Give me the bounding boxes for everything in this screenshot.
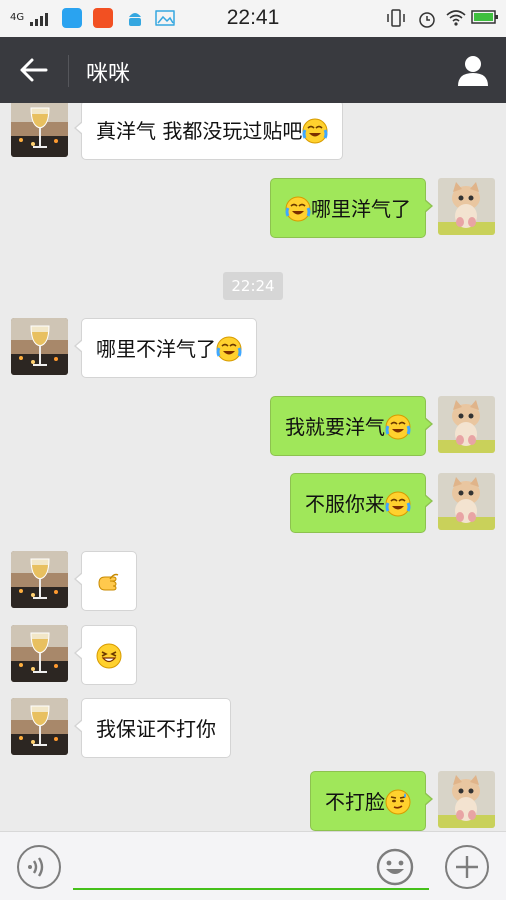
message-bubble[interactable]: 哪里洋气了 xyxy=(270,178,433,238)
come-here-hand-icon xyxy=(96,569,122,595)
message-bubble[interactable]: 哪里不洋气了 xyxy=(74,318,257,378)
tears-of-joy-icon xyxy=(302,118,328,144)
contact-avatar[interactable] xyxy=(11,103,68,157)
my-avatar[interactable] xyxy=(438,473,495,530)
voice-button[interactable] xyxy=(17,845,61,889)
message-bubble[interactable] xyxy=(74,625,137,685)
message-list[interactable]: 真洋气 我都没玩过贴吧 哪里洋气了 22:24 哪里不洋气了 我就要洋气 不服你… xyxy=(0,103,506,831)
chat-header: 咪咪 xyxy=(0,37,506,103)
tears-of-joy-icon xyxy=(285,196,311,222)
alarm-icon xyxy=(419,12,435,28)
vibrate-icon xyxy=(387,9,405,27)
message-bubble[interactable]: 我就要洋气 xyxy=(270,396,433,456)
message-bubble[interactable]: 我保证不打你 xyxy=(74,698,231,758)
tears-of-joy-icon xyxy=(385,414,411,440)
input-bar xyxy=(0,831,506,900)
more-button[interactable] xyxy=(445,845,489,889)
message-bubble[interactable]: 不打脸 xyxy=(310,771,433,831)
message-bubble[interactable]: 真洋气 我都没玩过贴吧 xyxy=(73,103,344,160)
my-avatar[interactable] xyxy=(438,178,495,235)
smiley-icon[interactable] xyxy=(376,848,414,886)
back-button[interactable] xyxy=(14,53,54,87)
message-text: 真洋气 我都没玩过贴吧 xyxy=(96,119,303,143)
message-bubble[interactable]: 不服你来 xyxy=(290,473,433,533)
header-divider xyxy=(68,55,69,87)
plus-icon xyxy=(456,856,478,878)
battery-icon xyxy=(471,10,498,24)
tears-of-joy-icon xyxy=(216,336,242,362)
wifi-icon xyxy=(446,10,466,26)
contact-avatar[interactable] xyxy=(11,625,68,682)
my-avatar[interactable] xyxy=(438,771,495,828)
message-text: 不打脸 xyxy=(325,790,385,814)
sweat-smirk-icon xyxy=(385,789,411,815)
contact-avatar[interactable] xyxy=(11,551,68,608)
chat-title: 咪咪 xyxy=(86,62,131,87)
status-bar: 4G 22:41 xyxy=(0,0,506,37)
contact-avatar[interactable] xyxy=(11,318,68,375)
message-text: 哪里洋气了 xyxy=(311,197,411,221)
tears-of-joy-icon xyxy=(385,491,411,517)
contact-avatar[interactable] xyxy=(11,698,68,755)
message-text: 哪里不洋气了 xyxy=(96,337,216,361)
my-avatar[interactable] xyxy=(438,396,495,453)
message-text: 我就要洋气 xyxy=(285,415,385,439)
person-icon[interactable] xyxy=(456,53,490,87)
message-bubble[interactable] xyxy=(74,551,137,611)
voice-icon xyxy=(28,857,44,877)
message-text: 我保证不打你 xyxy=(96,717,216,741)
message-timestamp: 22:24 xyxy=(223,272,283,300)
message-text: 不服你来 xyxy=(305,492,385,516)
grin-squint-icon xyxy=(96,643,122,669)
